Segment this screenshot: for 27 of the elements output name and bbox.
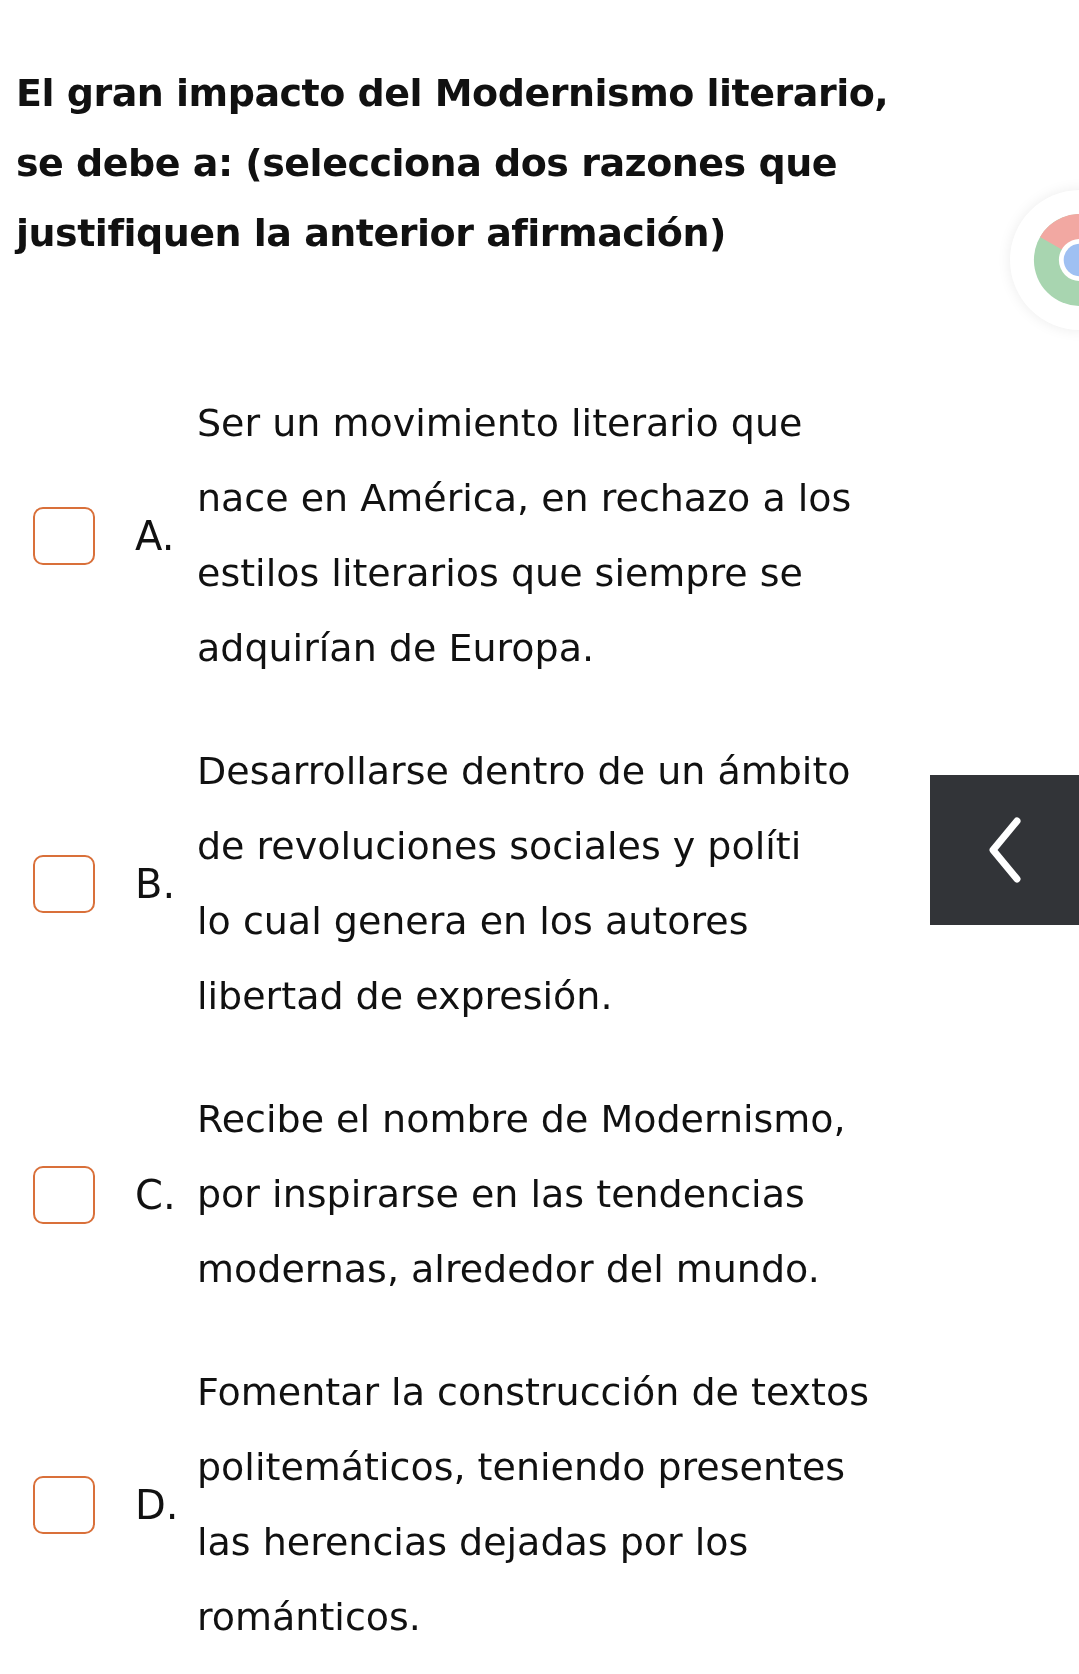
checkbox[interactable] <box>33 1165 95 1224</box>
option-letter: B. <box>135 861 177 907</box>
option-text: por inspirarse en las tendencias <box>197 1171 805 1218</box>
option-text: adquirían de Europa. <box>197 625 594 672</box>
option-text: politemáticos, teniendo presentes <box>197 1444 846 1491</box>
option-text: lo cual genera en los autores <box>197 898 749 945</box>
option-text: Ser un movimiento literario que <box>197 400 803 447</box>
collapse-tab[interactable] <box>930 775 1079 925</box>
checkbox[interactable] <box>33 507 95 565</box>
option-text: modernas, alrededor del mundo. <box>197 1246 820 1293</box>
option-text: Recibe el nombre de Modernismo, <box>197 1096 846 1143</box>
question-text: justifiquen la anterior afirmación) <box>16 210 726 257</box>
option-text: de revoluciones sociales y políti <box>197 823 802 870</box>
option-text: Fomentar la construcción de textos <box>197 1369 870 1416</box>
option-text: románticos. <box>197 1594 421 1641</box>
option-text: estilos literarios que siempre se <box>197 550 803 597</box>
option-text: nace en América, en rechazo a los <box>197 475 852 522</box>
option-letter: C. <box>135 1171 177 1218</box>
checkbox[interactable] <box>33 1476 95 1534</box>
option-text: las herencias dejadas por los <box>197 1519 749 1566</box>
option-letter: D. <box>135 1482 180 1528</box>
checkbox[interactable] <box>33 855 95 913</box>
question-text: El gran impacto del Modernismo literario, <box>16 70 889 117</box>
option-letter: A. <box>135 513 176 559</box>
question-text: se debe a: (selecciona dos razones que <box>16 140 837 187</box>
option-text: libertad de expresión. <box>197 973 613 1020</box>
option-text: Desarrollarse dentro de un ámbito <box>197 748 851 795</box>
